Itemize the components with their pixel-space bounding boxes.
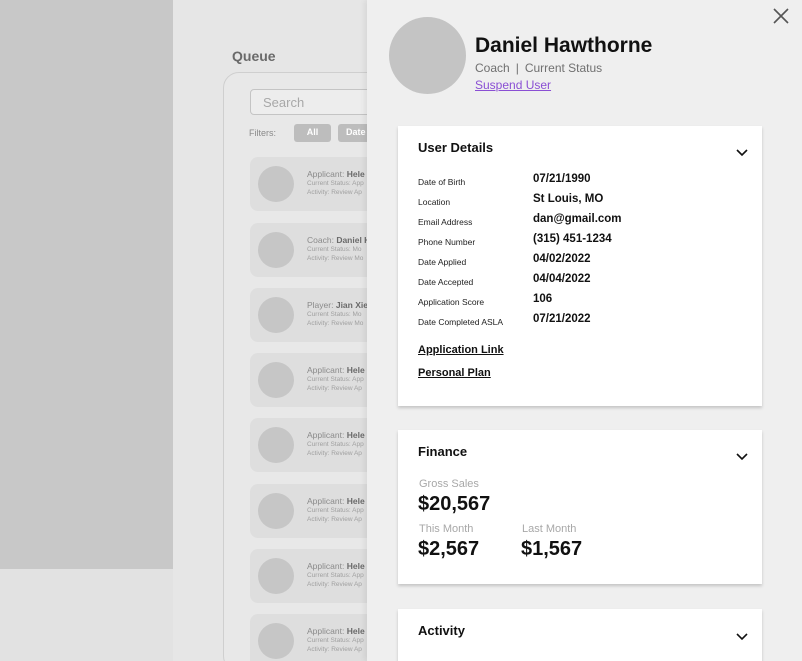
this-month-label: This Month [419, 523, 474, 535]
avatar [258, 362, 294, 398]
card-status: Current Status: App [307, 180, 364, 187]
card-title: Applicant: Hele [307, 430, 365, 440]
detail-value: (315) 451-1234 [533, 233, 612, 245]
left-placeholder-panel [0, 0, 173, 569]
avatar [258, 558, 294, 594]
card-title: Applicant: Hele [307, 626, 365, 636]
profile-role: Coach [475, 61, 510, 75]
detail-value: dan@gmail.com [533, 213, 622, 225]
card-title: Applicant: Hele [307, 169, 365, 179]
detail-value: 04/04/2022 [533, 273, 591, 285]
filter-all-chip[interactable]: All [294, 124, 331, 142]
user-detail-drawer: Daniel Hawthorne Coach | Current Status Su… [367, 0, 802, 661]
user-details-panel: User Details Date of Birth 07/21/1990 Lo… [398, 126, 762, 406]
detail-value: 04/02/2022 [533, 253, 591, 265]
chevron-down-icon[interactable] [736, 144, 748, 157]
card-activity: Activity: Review Ap [307, 189, 362, 196]
detail-row: Date Completed ASLA 07/21/2022 [418, 312, 738, 332]
gross-sales-value: $20,567 [418, 493, 491, 515]
chevron-down-icon[interactable] [736, 628, 748, 641]
detail-value: 106 [533, 293, 553, 305]
finance-title: Finance [418, 444, 468, 459]
detail-label: Date of Birth [418, 177, 466, 187]
detail-label: Email Address [418, 217, 473, 227]
role-separator: | [515, 61, 519, 75]
card-status: Current Status: App [307, 376, 364, 383]
card-activity: Activity: Review Ap [307, 581, 362, 588]
avatar [258, 493, 294, 529]
profile-role-status: Coach | Current Status [475, 61, 602, 75]
detail-label: Location [418, 197, 451, 207]
card-title: Applicant: Hele [307, 365, 365, 375]
card-title: Applicant: Hele [307, 496, 365, 506]
card-status: Current Status: Mo [307, 311, 362, 318]
card-activity: Activity: Review Ap [307, 385, 362, 392]
detail-label: Phone Number [418, 237, 476, 247]
finance-panel: Finance Gross Sales $20,567 This Month $… [398, 430, 762, 584]
detail-label: Date Accepted [418, 277, 474, 287]
detail-row: Location St Louis, MO [418, 192, 738, 212]
activity-title: Activity [418, 623, 465, 638]
avatar [258, 623, 294, 659]
card-activity: Activity: Review Ap [307, 646, 362, 653]
last-month-value: $1,567 [521, 538, 583, 560]
filters-label: Filters: [249, 128, 276, 138]
card-status: Current Status: App [307, 572, 364, 579]
card-title: Coach: Daniel H [307, 235, 371, 245]
activity-panel: Activity [398, 609, 762, 661]
detail-label: Date Completed ASLA [418, 317, 504, 327]
detail-value: St Louis, MO [533, 193, 604, 205]
profile-name: Daniel Hawthorne [475, 34, 653, 57]
detail-value: 07/21/2022 [533, 313, 591, 325]
profile-avatar [389, 17, 466, 94]
detail-row: Date Accepted 04/04/2022 [418, 272, 738, 292]
avatar [258, 166, 294, 202]
card-status: Current Status: App [307, 507, 364, 514]
this-month-value: $2,567 [418, 538, 480, 560]
suspend-user-link[interactable]: Suspend User [475, 78, 551, 92]
detail-label: Date Applied [418, 257, 467, 267]
detail-label: Application Score [418, 297, 485, 307]
detail-row: Phone Number (315) 451-1234 [418, 232, 738, 252]
detail-row: Application Score 106 [418, 292, 738, 312]
card-status: Current Status: Mo [307, 246, 362, 253]
card-activity: Activity: Review Mo [307, 320, 364, 327]
card-title: Player: Jian Xie [307, 300, 368, 310]
card-activity: Activity: Review Ap [307, 450, 362, 457]
profile-status: Current Status [524, 61, 603, 75]
queue-title: Queue [232, 48, 276, 64]
close-icon[interactable] [772, 7, 790, 25]
detail-row: Email Address dan@gmail.com [418, 212, 738, 232]
detail-row: Date of Birth 07/21/1990 [418, 172, 738, 192]
avatar [258, 232, 294, 268]
card-status: Current Status: App [307, 637, 364, 644]
detail-value: 07/21/1990 [533, 173, 591, 185]
avatar [258, 297, 294, 333]
application-link[interactable]: Application Link [418, 344, 504, 356]
user-details-title: User Details [418, 140, 494, 155]
avatar [258, 427, 294, 463]
last-month-label: Last Month [522, 523, 577, 535]
card-status: Current Status: App [307, 441, 364, 448]
card-title: Applicant: Hele [307, 561, 365, 571]
gross-sales-label: Gross Sales [419, 478, 479, 490]
chevron-down-icon[interactable] [736, 448, 748, 461]
personal-plan-link[interactable]: Personal Plan [418, 367, 491, 379]
card-activity: Activity: Review Mo [307, 255, 364, 262]
detail-row: Date Applied 04/02/2022 [418, 252, 738, 272]
card-activity: Activity: Review Ap [307, 516, 362, 523]
